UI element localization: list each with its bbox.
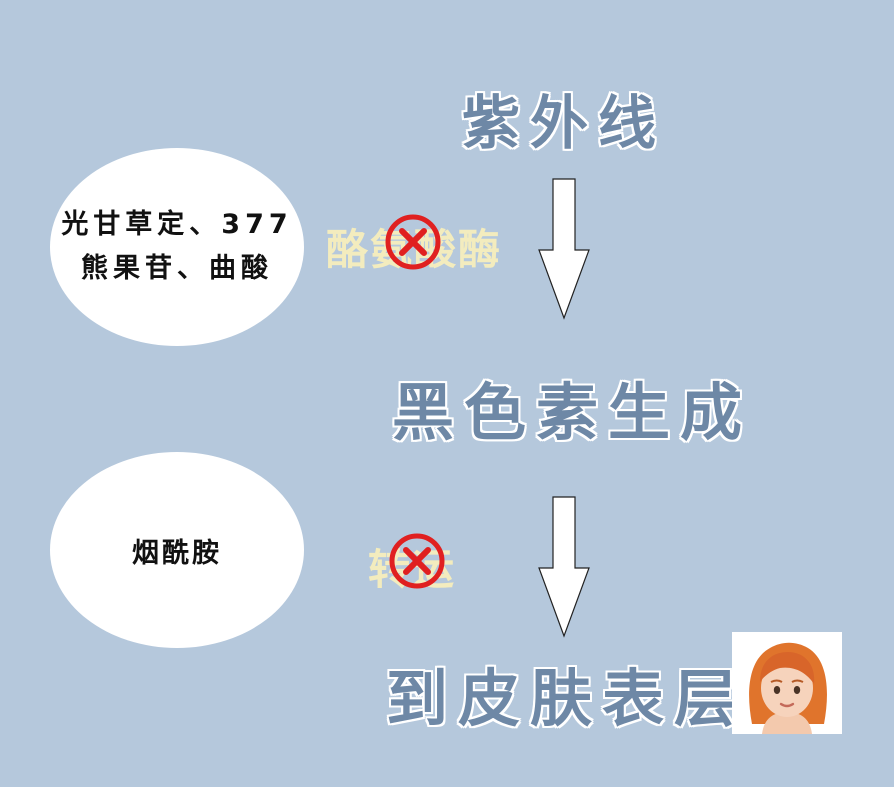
red-x-circle-icon [385, 214, 441, 270]
step-melanin-production: 黑色素生成 [392, 376, 753, 449]
inhibitor-niacinamide: 烟酰胺 [132, 537, 222, 569]
step-to-skin-surface: 到皮肤表层 [386, 662, 747, 735]
down-arrow-icon [538, 496, 590, 638]
inhibitor-line-2: 熊果苷、曲酸 [81, 253, 273, 284]
red-x-circle-icon [389, 533, 445, 589]
transport-inhibitor-bubble: 烟酰胺 [50, 452, 304, 648]
avatar [732, 632, 842, 734]
woman-red-hair-icon [749, 642, 827, 734]
tyrosinase-inhibitors-bubble: 光甘草定、377 熊果苷、曲酸 [50, 148, 304, 346]
down-arrow-icon [538, 178, 590, 320]
step-uv: 紫外线 [462, 89, 667, 157]
inhibitor-line-1: 光甘草定、377 [61, 209, 293, 240]
